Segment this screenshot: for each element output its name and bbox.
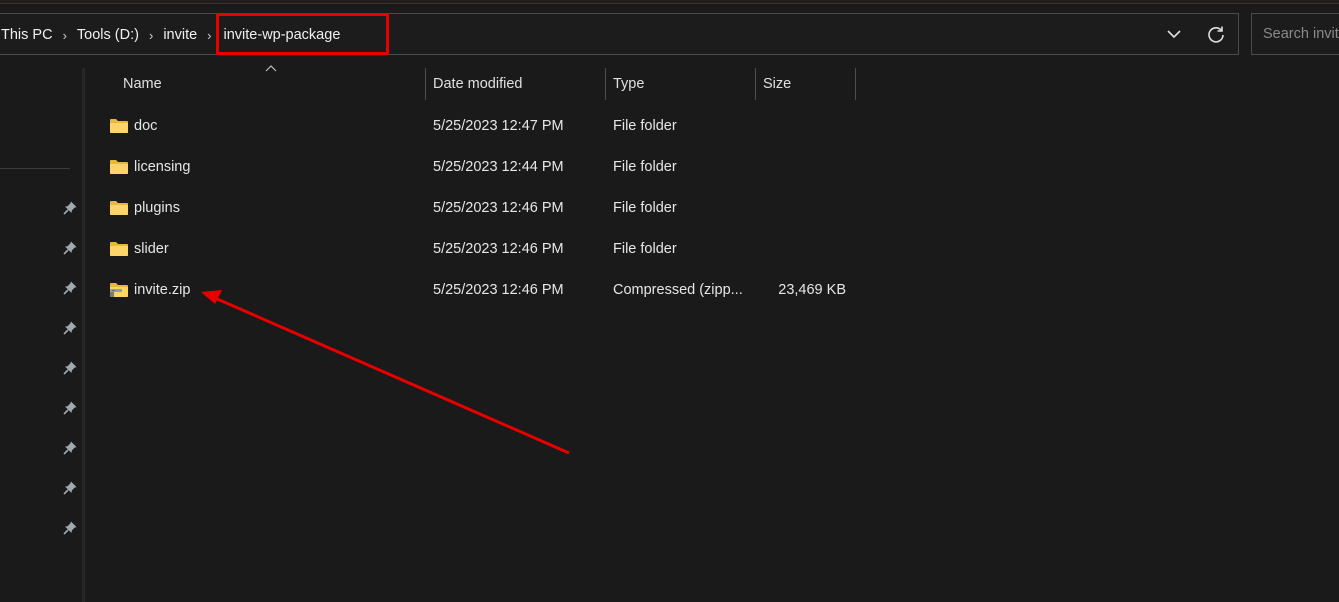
column-divider[interactable] [855,68,856,100]
pin-icon[interactable] [62,440,78,456]
chevron-right-icon[interactable]: › [149,28,153,43]
pin-icon-glyph [63,281,77,295]
search-box[interactable] [1251,13,1339,55]
file-name[interactable]: invite.zip [134,270,190,311]
file-date-modified: 5/25/2023 12:46 PM [433,282,564,298]
folder-icon [110,119,128,133]
pin-icon[interactable] [62,320,78,336]
refresh-button[interactable] [1206,24,1226,44]
file-type: File folder [613,241,677,257]
breadcrumb-tools-drive[interactable]: Tools (D:) [77,27,139,43]
file-date-modified: 5/25/2023 12:46 PM [433,200,564,216]
refresh-icon [1208,26,1224,43]
column-divider[interactable] [425,68,426,100]
pin-icon[interactable] [62,200,78,216]
file-name[interactable]: plugins [134,188,180,229]
file-row[interactable]: invite.zip 5/25/2023 12:46 PM Compressed (… [100,270,860,311]
pin-icon[interactable] [62,240,78,256]
highlight-annotation-box [216,13,389,55]
pin-icon-glyph [63,201,77,215]
file-type: File folder [613,200,677,216]
column-header-size[interactable]: Size [763,68,791,100]
pin-icon-glyph [63,361,77,375]
chevron-down-icon [1167,30,1181,39]
column-header-row: Name Date modified Type Size [0,68,900,100]
file-size: 23,469 KB [778,282,846,298]
search-input[interactable] [1261,25,1339,43]
pin-icon-glyph [63,321,77,335]
pin-icon-glyph [63,441,77,455]
column-header-type[interactable]: Type [613,68,644,100]
pin-icon[interactable] [62,520,78,536]
column-header-name[interactable]: Name [123,68,162,100]
file-row[interactable]: doc 5/25/2023 12:47 PM File folder [100,106,860,147]
pin-icon[interactable] [62,360,78,376]
address-bar[interactable]: This PC › Tools (D:) › invite › invite-w… [0,13,1239,55]
pin-icon-glyph [63,241,77,255]
annotation-arrow-line [214,296,570,455]
file-type: File folder [613,159,677,175]
nav-divider [0,168,70,169]
file-date-modified: 5/25/2023 12:44 PM [433,159,564,175]
file-date-modified: 5/25/2023 12:46 PM [433,241,564,257]
pin-icon-glyph [63,481,77,495]
pin-icon[interactable] [62,400,78,416]
file-type: File folder [613,118,677,134]
breadcrumb-invite[interactable]: invite [163,27,197,43]
file-date-modified: 5/25/2023 12:47 PM [433,118,564,134]
address-history-dropdown-button[interactable] [1166,24,1182,44]
zip-folder-icon [110,283,128,297]
pin-icon-glyph [63,521,77,535]
column-divider[interactable] [605,68,606,100]
navigation-pane [0,60,82,602]
chevron-right-icon[interactable]: › [207,28,211,43]
file-type: Compressed (zipp... [613,282,743,298]
chevron-right-icon[interactable]: › [63,28,67,43]
file-row[interactable]: slider 5/25/2023 12:46 PM File folder [100,229,860,270]
pin-icon[interactable] [62,280,78,296]
pin-icon-glyph [63,401,77,415]
file-name[interactable]: doc [134,106,157,147]
folder-icon [110,160,128,174]
pane-splitter[interactable] [82,68,85,602]
folder-icon [110,201,128,215]
folder-icon [110,242,128,256]
breadcrumb-this-pc[interactable]: This PC [1,27,53,43]
window-top-border-line [0,3,1339,4]
column-divider[interactable] [755,68,756,100]
file-row[interactable]: licensing 5/25/2023 12:44 PM File folder [100,147,860,188]
column-header-date-modified[interactable]: Date modified [433,68,522,100]
file-row[interactable]: plugins 5/25/2023 12:46 PM File folder [100,188,860,229]
file-name[interactable]: slider [134,229,169,270]
sort-ascending-icon [265,65,277,72]
pin-icon[interactable] [62,480,78,496]
file-name[interactable]: licensing [134,147,190,188]
